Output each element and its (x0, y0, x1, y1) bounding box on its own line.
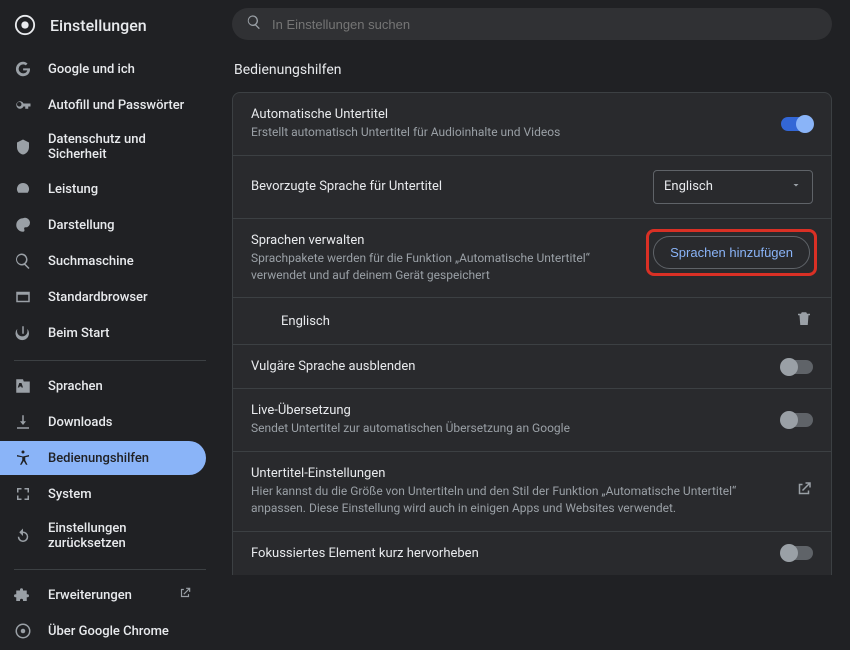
sidebar-item-label: Erweiterungen (48, 588, 162, 603)
search-icon (14, 252, 32, 270)
key-icon (14, 96, 32, 114)
row-hide-vulgar: Vulgäre Sprache ausblenden (233, 345, 831, 389)
sidebar-item-default-browser[interactable]: Standardbrowser (0, 280, 206, 314)
toggle-auto-captions[interactable] (781, 117, 813, 131)
row-caption-prefs[interactable]: Untertitel-Einstellungen Hier kannst du … (233, 452, 831, 532)
toggle-live-translate[interactable] (781, 413, 813, 427)
section-title: Bedienungshilfen (234, 62, 830, 78)
row-focus-highlight: Fokussiertes Element kurz hervorheben (233, 532, 831, 575)
sidebar-item-label: Sprachen (48, 379, 192, 394)
sidebar-item-on-startup[interactable]: Beim Start (0, 316, 206, 350)
language-item-row: Englisch (233, 298, 831, 345)
google-g-icon (14, 60, 32, 78)
row-desc: Sprachpakete werden für die Funktion „Au… (251, 250, 638, 284)
sidebar-item-reset[interactable]: Einstellungen zurücksetzen (0, 513, 206, 559)
row-title: Vulgäre Sprache ausblenden (251, 359, 769, 374)
sidebar-item-label: Über Google Chrome (48, 624, 192, 639)
sidebar-item-label: System (48, 487, 192, 502)
sidebar-item-label: Downloads (48, 415, 192, 430)
row-title: Live-Übersetzung (251, 403, 769, 418)
sidebar-item-label: Beim Start (48, 326, 192, 341)
sidebar-item-label: Suchmaschine (48, 254, 192, 269)
sidebar-item-autofill[interactable]: Autofill und Passwörter (0, 88, 206, 122)
shield-icon (14, 138, 32, 156)
sidebar-item-label: Einstellungen zurücksetzen (48, 521, 192, 551)
sidebar-item-label: Leistung (48, 182, 192, 197)
row-desc: Sendet Untertitel zur automatischen Über… (251, 420, 769, 437)
language-item-label: Englisch (281, 314, 330, 329)
speedometer-icon (14, 180, 32, 198)
sidebar-item-label: Standardbrowser (48, 290, 192, 305)
select-value: Englisch (664, 179, 713, 194)
chrome-logo-icon (14, 14, 36, 36)
preferred-language-select[interactable]: Englisch (653, 170, 813, 204)
sidebar-item-languages[interactable]: Sprachen (0, 369, 206, 403)
row-title: Bevorzugte Sprache für Untertitel (251, 179, 641, 194)
delete-language-button[interactable] (795, 310, 813, 332)
row-desc: Erstellt automatisch Untertitel für Audi… (251, 124, 769, 141)
row-title: Automatische Untertitel (251, 107, 769, 122)
sidebar-item-label: Autofill und Passwörter (48, 98, 192, 113)
row-live-translate: Live-Übersetzung Sendet Untertitel zur a… (233, 389, 831, 452)
translate-icon (14, 377, 32, 395)
sidebar-item-label: Bedienungshilfen (48, 451, 192, 466)
sidebar-item-label: Datenschutz und Sicherheit (48, 132, 192, 162)
reset-icon (14, 527, 32, 545)
sidebar-item-google-and-me[interactable]: Google und ich (0, 52, 206, 86)
search-bar[interactable] (232, 8, 832, 40)
chevron-down-icon (790, 179, 802, 195)
expand-icon (14, 485, 32, 503)
accessibility-icon (14, 449, 32, 467)
search-input[interactable] (272, 17, 818, 32)
sidebar-item-label: Darstellung (48, 218, 192, 233)
sidebar-divider (14, 569, 206, 570)
row-manage-languages: Sprachen verwalten Sprachpakete werden f… (233, 219, 831, 299)
toggle-hide-vulgar[interactable] (781, 360, 813, 374)
extension-icon (14, 586, 32, 604)
open-in-new-icon (795, 480, 813, 502)
sidebar-item-downloads[interactable]: Downloads (0, 405, 206, 439)
sidebar-item-system[interactable]: System (0, 477, 206, 511)
download-icon (14, 413, 32, 431)
sidebar-item-search-engine[interactable]: Suchmaschine (0, 244, 206, 278)
annotation-highlight: Sprachen hinzufügen (646, 229, 817, 276)
palette-icon (14, 216, 32, 234)
sidebar-item-appearance[interactable]: Darstellung (0, 208, 206, 242)
sidebar-item-label: Google und ich (48, 62, 192, 77)
sidebar-item-performance[interactable]: Leistung (0, 172, 206, 206)
power-icon (14, 324, 32, 342)
sidebar-item-extensions[interactable]: Erweiterungen (0, 578, 206, 612)
chrome-icon (14, 622, 32, 640)
app-title: Einstellungen (50, 16, 147, 35)
sidebar-divider (14, 360, 206, 361)
sidebar-item-about[interactable]: Über Google Chrome (0, 614, 206, 648)
row-desc: Hier kannst du die Größe von Untertiteln… (251, 483, 783, 517)
sidebar-item-accessibility[interactable]: Bedienungshilfen (0, 441, 206, 475)
row-title: Sprachen verwalten (251, 233, 638, 248)
toggle-focus-highlight[interactable] (781, 546, 813, 560)
sidebar-item-privacy[interactable]: Datenschutz und Sicherheit (0, 124, 206, 170)
row-title: Untertitel-Einstellungen (251, 466, 783, 481)
window-icon (14, 288, 32, 306)
row-preferred-language: Bevorzugte Sprache für Untertitel Englis… (233, 156, 831, 219)
row-title: Fokussiertes Element kurz hervorheben (251, 546, 769, 561)
open-in-new-icon (178, 586, 192, 604)
row-auto-captions: Automatische Untertitel Erstellt automat… (233, 93, 831, 156)
add-languages-button[interactable]: Sprachen hinzufügen (653, 236, 810, 269)
search-icon (246, 14, 262, 34)
